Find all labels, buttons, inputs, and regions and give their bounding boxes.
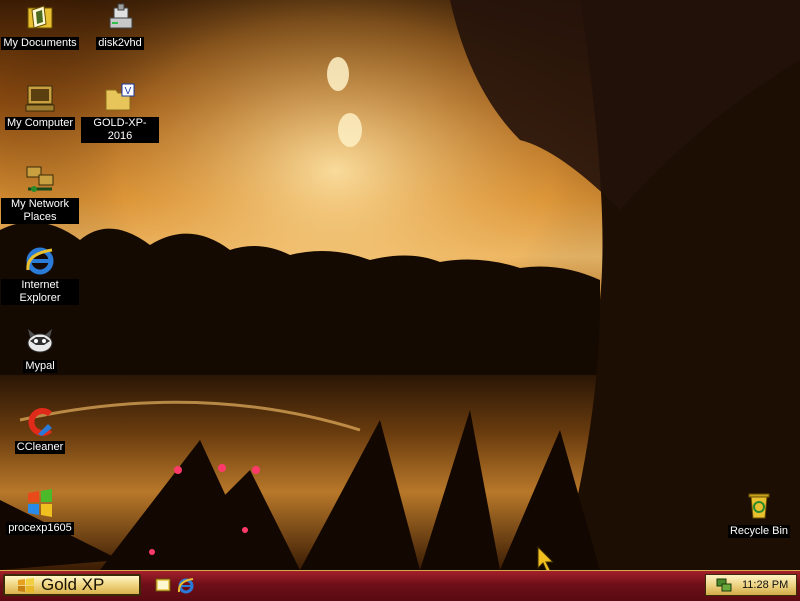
desktop-icon-label: CCleaner xyxy=(14,441,66,454)
windows-flag-icon xyxy=(18,578,34,593)
taskbar: Gold XP 11:28 PM xyxy=(0,570,800,601)
desktop-icon-disk2vhd[interactable]: disk2vhd xyxy=(80,2,160,50)
start-button[interactable]: Gold XP xyxy=(3,574,141,596)
desktop-icon-my-network-places[interactable]: My Network Places xyxy=(0,163,80,224)
desktop-icon-label: My Documents xyxy=(1,37,79,50)
desktop-icon-label: Recycle Bin xyxy=(727,525,791,538)
desktop-icon-ccleaner[interactable]: CCleaner xyxy=(0,406,80,454)
start-button-label: Gold XP xyxy=(41,575,105,594)
my-computer-icon xyxy=(25,85,55,112)
desktop-icon-label: GOLD-XP-2016 xyxy=(81,117,159,143)
desktop-icon-recycle-bin[interactable]: Recycle Bin xyxy=(719,490,799,538)
procexp-icon xyxy=(28,489,52,517)
desktop-icon-label: Mypal xyxy=(23,360,57,373)
desktop-icon-label: Internet Explorer xyxy=(1,279,79,305)
svg-text:V: V xyxy=(125,86,132,97)
recycle-bin-icon xyxy=(748,493,770,519)
desktop-icon-internet-explorer[interactable]: Internet Explorer xyxy=(0,244,80,305)
desktop-icon-mypal[interactable]: Mypal xyxy=(0,325,80,373)
desktop-icon-label: My Network Places xyxy=(1,198,79,224)
internet-explorer-icon[interactable] xyxy=(177,576,195,594)
desktop-icon-gold-xp-2016[interactable]: V GOLD-XP-2016 xyxy=(80,82,160,143)
disk2vhd-icon xyxy=(109,3,133,29)
desktop-icon-my-documents[interactable]: My Documents xyxy=(0,2,80,50)
desktop-icon-label: My Computer xyxy=(4,117,76,130)
system-tray: 11:28 PM xyxy=(705,574,797,596)
mypal-icon xyxy=(27,329,53,353)
network-places-icon xyxy=(26,166,54,192)
network-tray-icon[interactable] xyxy=(716,578,732,592)
my-documents-icon xyxy=(27,5,53,29)
desktop-icon-procexp1605[interactable]: procexp1605 xyxy=(0,487,80,535)
internet-explorer-icon xyxy=(26,247,54,275)
desktop-icon-label: disk2vhd xyxy=(96,37,144,50)
folder-icon: V xyxy=(105,83,135,111)
show-desktop-icon[interactable] xyxy=(154,576,172,594)
ccleaner-icon xyxy=(28,408,53,436)
desktop-icon-label: procexp1605 xyxy=(6,522,74,535)
taskbar-clock[interactable]: 11:28 PM xyxy=(742,579,788,591)
desktop-icon-my-computer[interactable]: My Computer xyxy=(0,82,80,130)
